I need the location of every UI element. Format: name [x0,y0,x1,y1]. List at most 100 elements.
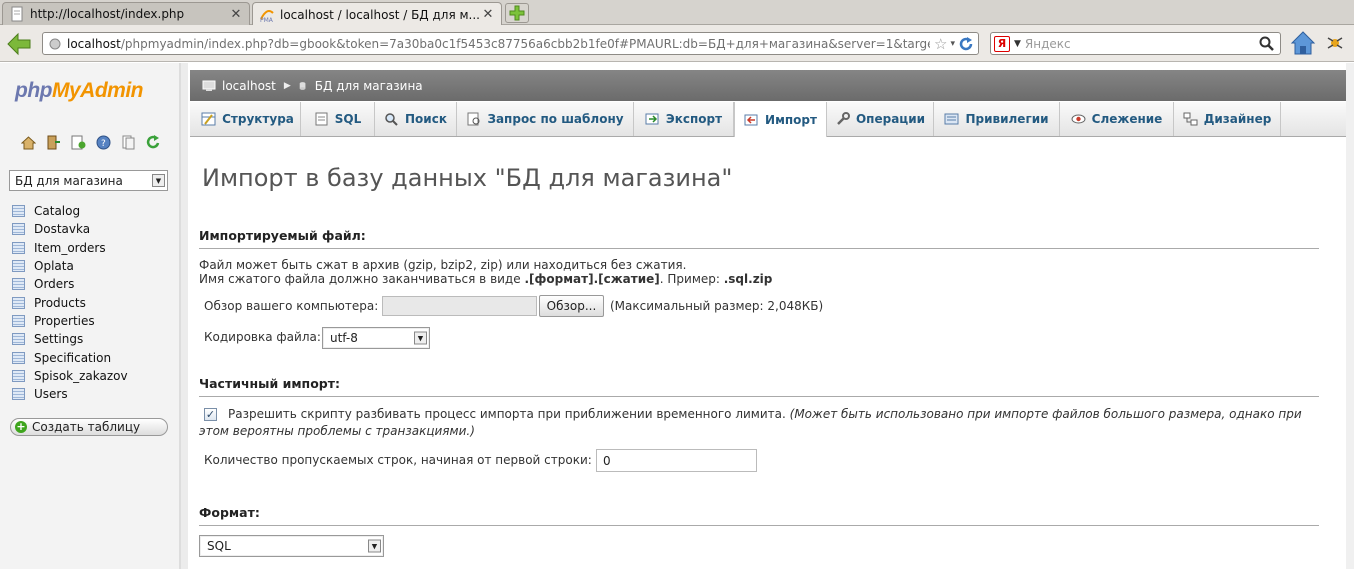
new-tab-button[interactable] [505,3,529,23]
skip-rows-input[interactable]: 0 [596,449,757,472]
plus-icon [509,5,525,21]
close-icon[interactable]: ✕ [481,7,495,22]
sql-icon [315,112,328,126]
table-name[interactable]: Settings [34,332,83,346]
dropdown-arrow-icon[interactable]: ▾ [950,39,955,49]
table-name[interactable]: Products [34,296,86,310]
table-name[interactable]: Specification [34,351,111,365]
browser-tab-phpmyadmin[interactable]: PMA localhost / localhost / БД для м... … [252,2,502,26]
panel-resizer[interactable] [180,63,188,569]
yandex-icon[interactable]: Я [994,35,1010,52]
search-bar[interactable]: Я ▼ Яндекс [990,32,1281,55]
table-item-specification[interactable]: Specification [12,348,128,366]
table-icon[interactable] [12,388,25,401]
arrow-left-icon [7,32,31,56]
database-select[interactable]: БД для магазина ▼ [9,170,168,191]
table-name[interactable]: Users [34,387,68,401]
search-icon[interactable] [1259,36,1275,52]
reload-icon[interactable] [958,36,974,52]
import-icon [744,114,758,125]
tab-search[interactable]: Поиск [375,102,457,136]
table-item-orders[interactable]: Orders [12,275,128,293]
table-item-catalog[interactable]: Catalog [12,202,128,220]
database-icon [299,81,306,90]
address-bar[interactable]: localhost/phpmyadmin/index.php?db=gbook&… [42,32,979,55]
tab-export[interactable]: Экспорт [634,102,734,136]
chevron-down-icon[interactable]: ▼ [1014,39,1021,49]
documentation-icon[interactable] [120,134,137,151]
create-table-label: Создать таблицу [32,420,141,434]
table-icon[interactable] [12,260,25,273]
browser-tab-bar: http://localhost/index.php ✕ PMA localho… [0,0,1354,26]
table-icon[interactable] [12,296,25,309]
navigation-panel: phpMyAdmin ? БД для магазина ▼ Catalog D… [0,63,180,569]
tab-operations[interactable]: Операции [827,102,934,136]
tab-privileges[interactable]: Привилегии [934,102,1060,136]
database-select-value: БД для магазина [15,173,123,188]
table-item-item-orders[interactable]: Item_orders [12,239,128,257]
home-icon[interactable] [1290,30,1316,56]
table-icon[interactable] [12,333,25,346]
table-name[interactable]: Catalog [34,204,80,218]
query-icon [467,112,480,126]
table-name[interactable]: Orders [34,277,74,291]
reload-icon[interactable] [145,134,162,151]
table-icon[interactable] [12,205,25,218]
allow-interrupt-checkbox[interactable]: ✓ [204,408,217,421]
section-format: Формат: [199,505,1319,526]
compression-example: Имя сжатого файла должно заканчиваться в… [199,272,773,286]
encoding-select-value: utf-8 [330,331,358,345]
browse-button[interactable]: Обзор... [539,295,604,317]
tab-sql[interactable]: SQL [301,102,375,136]
table-item-dostavka[interactable]: Dostavka [12,220,128,238]
format-select[interactable]: SQL ▼ [199,535,384,557]
tab-structure[interactable]: Структура [195,102,301,136]
table-name[interactable]: Spisok_zakazov [34,369,128,383]
table-icon[interactable] [12,223,25,236]
table-name[interactable]: Oplata [34,259,74,273]
back-button[interactable] [4,30,34,58]
tab-query[interactable]: Запрос по шаблону [457,102,634,136]
format-select-value: SQL [207,539,231,553]
phpmyadmin-logo[interactable]: phpMyAdmin [15,79,143,103]
table-icon[interactable] [12,314,25,327]
table-item-properties[interactable]: Properties [12,312,128,330]
search-placeholder: Яндекс [1024,36,1071,51]
extension-icon[interactable] [1325,33,1345,53]
plus-icon: + [15,420,27,433]
section-import-file: Импортируемый файл: [199,228,1319,249]
table-item-users[interactable]: Users [12,385,128,403]
table-item-spisok-zakazov[interactable]: Spisok_zakazov [12,367,128,385]
server-icon [202,80,216,91]
query-window-icon[interactable] [70,134,87,151]
tab-designer[interactable]: Дизайнер [1174,102,1281,136]
table-item-products[interactable]: Products [12,293,128,311]
help-icon[interactable]: ? [95,134,112,151]
create-table-button[interactable]: + Создать таблицу [10,418,168,436]
table-icon[interactable] [12,369,25,382]
svg-text:PMA: PMA [260,17,274,23]
close-icon[interactable]: ✕ [229,7,243,22]
tab-import[interactable]: Импорт [734,102,827,137]
table-name[interactable]: Item_orders [34,241,106,255]
table-icon[interactable] [12,351,25,364]
tab-tracking[interactable]: Слежение [1060,102,1174,136]
table-name[interactable]: Properties [34,314,95,328]
page-scrollbar[interactable] [1346,63,1354,569]
breadcrumb-server[interactable]: localhost [222,79,276,93]
logout-icon[interactable] [45,134,62,151]
breadcrumb-database[interactable]: БД для магазина [315,79,423,93]
section-partial-import: Частичный импорт: [199,376,1319,397]
file-input[interactable] [382,296,537,316]
table-item-settings[interactable]: Settings [12,330,128,348]
browser-tab-index[interactable]: http://localhost/index.php ✕ [2,2,250,25]
table-icon[interactable] [12,278,25,291]
table-icon[interactable] [12,241,25,254]
home-icon[interactable] [20,134,37,151]
bookmark-star-icon[interactable]: ☆ [934,35,947,53]
url-host: localhost [67,36,121,51]
table-name[interactable]: Dostavka [34,222,90,236]
breadcrumb: localhost ▶ БД для магазина [190,70,1346,101]
table-item-oplata[interactable]: Oplata [12,257,128,275]
encoding-select[interactable]: utf-8 ▼ [322,327,430,349]
